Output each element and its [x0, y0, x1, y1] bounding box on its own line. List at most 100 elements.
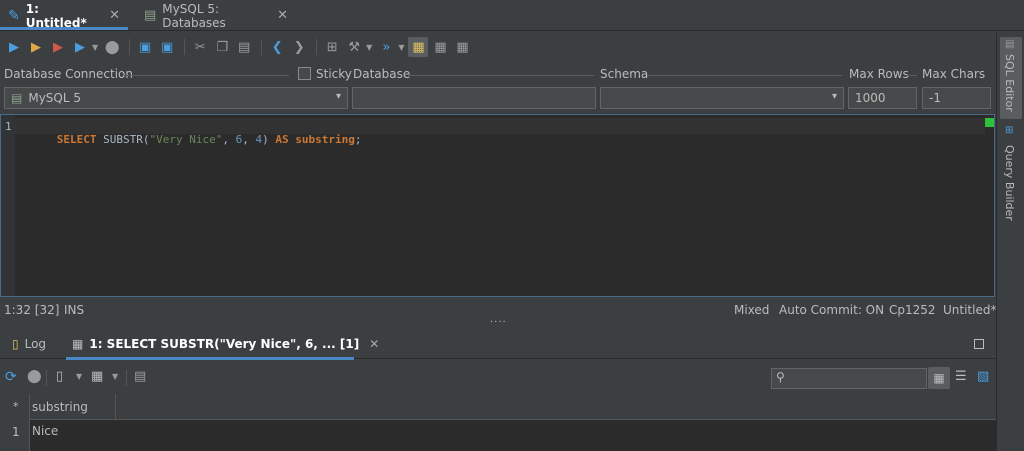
cut-icon[interactable]: ✂	[190, 37, 210, 57]
side-tool-bar: ▤ SQL Editor ⊞ Query Builder	[996, 33, 1024, 451]
divider	[907, 75, 917, 76]
execute-selection-icon[interactable]: ▶	[48, 37, 68, 57]
sql-alias: substring	[288, 133, 355, 146]
chevron-down-icon[interactable]: ▼	[76, 372, 82, 381]
back-icon[interactable]: ❮	[267, 37, 287, 57]
calculator-icon[interactable]: ▤	[134, 369, 146, 384]
result-split-icon[interactable]: ▦	[430, 37, 450, 57]
chevron-down-icon[interactable]: ▼	[112, 372, 118, 381]
tab-result-1[interactable]: ▦ 1: SELECT SUBSTR("Very Nice", 6, ... […	[72, 337, 379, 351]
chevron-down-icon[interactable]: ▼	[92, 43, 98, 52]
sql-string: "Very Nice"	[149, 133, 223, 146]
divider	[648, 75, 842, 76]
chevron-down-icon[interactable]: ▼	[366, 43, 372, 52]
search-icon: ⚲	[776, 370, 785, 384]
splitter-handle[interactable]: ....	[490, 314, 507, 325]
sticky-checkbox[interactable]	[298, 67, 311, 80]
tools-icon[interactable]: ⚒	[344, 37, 364, 57]
table-view-icon[interactable]: ▦	[91, 369, 103, 384]
chevron-down-icon: ▾	[335, 91, 341, 102]
stop-icon[interactable]: ⬤	[102, 37, 122, 57]
auto-commit-status[interactable]: Auto Commit: ON	[779, 303, 884, 317]
schema-select[interactable]: ▾	[600, 87, 844, 109]
toolbar-separator	[129, 39, 131, 55]
editor-tab-bar: ✎ 1: Untitled* ✕ ▤ MySQL 5: Databases ✕	[0, 0, 1024, 31]
toolbar-separator	[316, 39, 318, 55]
grid-icon: ▦	[72, 337, 84, 351]
stop-icon[interactable]: ⬤	[27, 369, 42, 384]
execute-current-icon[interactable]: ▶	[26, 37, 46, 57]
maximize-icon[interactable]	[974, 339, 984, 349]
editor-toolbar: ▶ ▶ ▶ ▶ ▼ ⬤ ▣ ▣ ✂ ❐ ▤ ❮ ❯ ⊞ ⚒ ▼ » ▼ ▦ ▦ …	[0, 33, 1000, 61]
close-icon[interactable]: ✕	[109, 8, 120, 23]
grid-header-row	[0, 394, 996, 420]
table-cell[interactable]: Nice	[32, 424, 58, 438]
tab-untitled-label: 1: Untitled*	[25, 1, 87, 30]
max-rows-input[interactable]: 1000	[848, 87, 917, 109]
format-icon[interactable]: »	[376, 37, 396, 57]
database-icon: ▤	[11, 91, 23, 105]
forward-icon[interactable]: ❯	[289, 37, 309, 57]
tab-mysql-databases-label: MySQL 5: Databases	[162, 1, 226, 30]
tab-log[interactable]: ▯ Log	[12, 337, 46, 351]
close-icon[interactable]: ✕	[277, 8, 288, 23]
result-toolbar: ⟳ ⬤ ▯ ▼ ▦ ▼ ▤ ⚲ ▦ ☰ ▧	[0, 364, 996, 392]
toolbar-separator	[261, 39, 263, 55]
active-tab-indicator	[0, 27, 128, 30]
status-ok-marker	[985, 118, 994, 127]
line-number: 1	[5, 120, 12, 133]
database-label: Database	[353, 67, 411, 81]
toolbar-separator	[46, 370, 47, 386]
sql-function: SUBSTR(	[96, 133, 150, 146]
execute-script-icon[interactable]: ▶	[70, 37, 90, 57]
table-row[interactable]: 1 Nice	[0, 421, 996, 445]
database-connection-label: Database Connection	[4, 67, 133, 81]
paste-icon[interactable]: ▤	[234, 37, 254, 57]
save-as-icon[interactable]: ▣	[157, 37, 177, 57]
app-window: ✎ 1: Untitled* ✕ ▤ MySQL 5: Databases ✕ …	[0, 0, 1024, 451]
execute-icon[interactable]: ▶	[4, 37, 24, 57]
sql-code-line[interactable]: SELECT SUBSTR("Very Nice", 6, 4) AS subs…	[17, 120, 362, 159]
mixed-status: Mixed	[734, 303, 770, 317]
sql-punct: ;	[354, 133, 362, 146]
max-chars-label: Max Chars	[922, 67, 986, 81]
result-stack-icon[interactable]: ▦	[452, 37, 472, 57]
column-header-label: substring	[32, 400, 88, 414]
tab-mysql-databases[interactable]: ▤ MySQL 5: Databases ✕	[136, 0, 296, 31]
result-tab-bar: ▯ Log ▦ 1: SELECT SUBSTR("Very Nice", 6,…	[0, 333, 996, 360]
sql-editor-icon: ▤	[1005, 39, 1015, 50]
active-result-tab-indicator	[66, 357, 354, 360]
cursor-position: 1:32 [32]	[4, 303, 60, 317]
database-select[interactable]	[352, 87, 596, 109]
save-icon[interactable]: ▣	[135, 37, 155, 57]
grid-view-icon[interactable]: ▦	[928, 367, 950, 389]
chevron-down-icon: ▾	[831, 91, 837, 102]
result-in-tab-icon[interactable]: ▦	[408, 37, 429, 57]
sql-file-icon: ✎	[8, 7, 20, 24]
max-chars-input[interactable]: -1	[922, 87, 991, 109]
text-view-icon[interactable]: ☰	[955, 369, 967, 384]
connection-select-value: MySQL 5	[28, 91, 81, 105]
sql-punct: ,	[242, 133, 256, 146]
toolbar-separator	[184, 39, 186, 55]
column-header[interactable]: substring	[30, 394, 116, 420]
export-icon[interactable]: ▯	[56, 369, 63, 384]
file-status: Untitled*	[943, 303, 997, 317]
copy-icon[interactable]: ❐	[212, 37, 232, 57]
refresh-icon[interactable]: ⟳	[5, 369, 17, 385]
schema-label: Schema	[600, 67, 649, 81]
close-icon[interactable]: ✕	[369, 337, 379, 351]
sql-editor[interactable]: 1 SELECT SUBSTR("Very Nice", 6, 4) AS su…	[0, 114, 995, 297]
chevron-down-icon[interactable]: ▼	[398, 43, 404, 52]
tab-sql-editor[interactable]: ▤ SQL Editor	[1000, 37, 1022, 119]
structure-icon[interactable]: ⊞	[322, 37, 342, 57]
chart-view-icon[interactable]: ▧	[977, 369, 989, 384]
max-rows-value: 1000	[855, 91, 886, 105]
result-search-input[interactable]: ⚲	[771, 368, 927, 389]
tab-query-builder[interactable]: ⊞ Query Builder	[1000, 125, 1022, 225]
insert-mode: INS	[64, 303, 85, 317]
connection-select[interactable]: ▤ MySQL 5 ▾	[4, 87, 348, 109]
toolbar-separator	[126, 370, 127, 386]
sql-punct: ,	[222, 133, 236, 146]
max-chars-value: -1	[929, 91, 941, 105]
